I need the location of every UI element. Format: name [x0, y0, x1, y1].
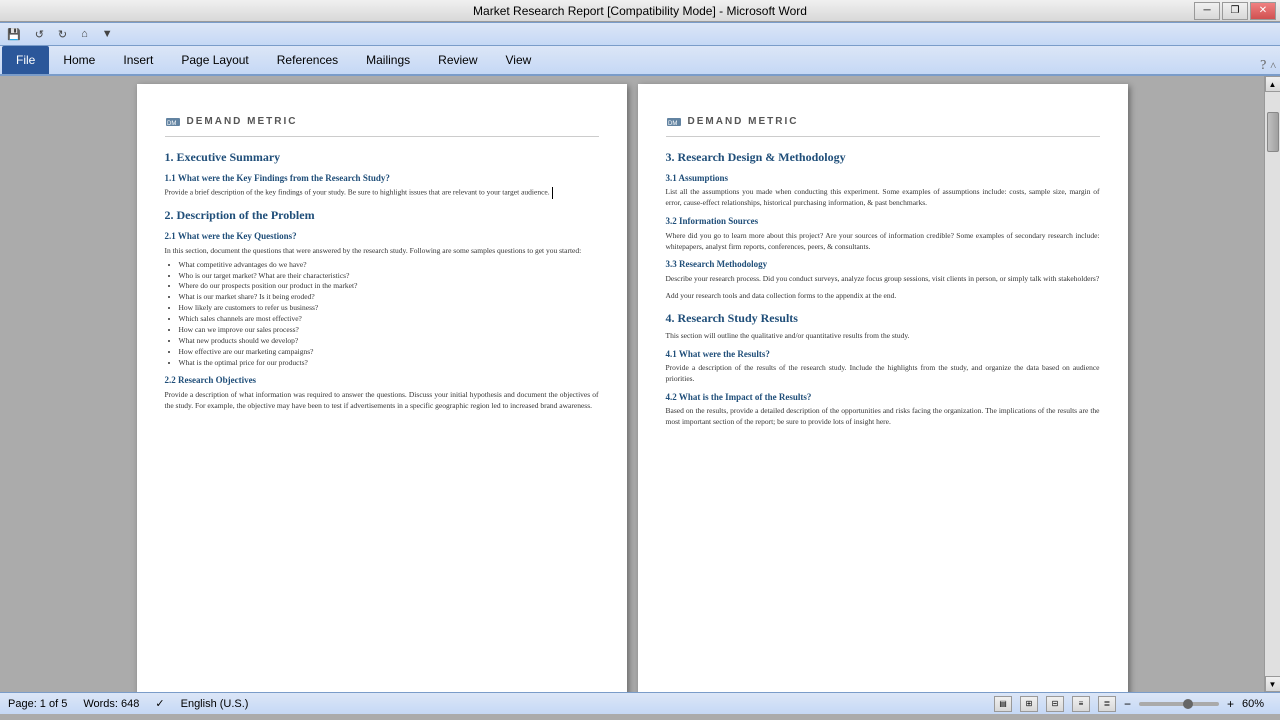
save-quick-btn[interactable]: 💾 — [4, 27, 24, 42]
pages-container: DM DEMAND METRIC 1. Executive Summary 1.… — [0, 76, 1264, 692]
status-right: ▤ ⊞ ⊟ ≡ ≣ − + 60% — [994, 696, 1272, 712]
subsection-3-3-body: Describe your research process. Did you … — [666, 274, 1100, 285]
zoom-level[interactable]: 60% — [1242, 698, 1272, 710]
scroll-thumb[interactable] — [1267, 112, 1279, 152]
subsection-4-1-body: Provide a description of the results of … — [666, 363, 1100, 385]
view-outline-btn[interactable]: ≡ — [1072, 696, 1090, 712]
list-item: Where do our prospects position our prod… — [179, 281, 599, 292]
subsection-3-1-heading: 3.1 Assumptions — [666, 172, 1100, 185]
subsection-3-3-heading: 3.3 Research Methodology — [666, 258, 1100, 271]
ribbon-minimize-icon[interactable]: ^ — [1270, 59, 1276, 74]
scroll-down-btn[interactable]: ▼ — [1265, 676, 1280, 692]
list-item: What is the optimal price for our produc… — [179, 358, 599, 369]
main-area: DM DEMAND METRIC 1. Executive Summary 1.… — [0, 76, 1280, 692]
list-item: What competitive advantages do we have? — [179, 260, 599, 271]
list-item: Who is our target market? What are their… — [179, 271, 599, 282]
section-4-intro: This section will outline the qualitativ… — [666, 331, 1100, 342]
list-item: How can we improve our sales process? — [179, 325, 599, 336]
redo-btn[interactable]: ↻ — [55, 27, 70, 42]
key-questions-list: What competitive advantages do we have? … — [165, 260, 599, 369]
view-draft-btn[interactable]: ≣ — [1098, 696, 1116, 712]
ribbon: File Home Insert Page Layout References … — [0, 46, 1280, 76]
status-bar: Page: 1 of 5 Words: 648 ✓ English (U.S.)… — [0, 692, 1280, 714]
subsection-1-1-body: Provide a brief description of the key f… — [165, 187, 599, 199]
logo-text-right: DEMAND METRIC — [688, 115, 799, 129]
list-item: What is our market share? Is it being er… — [179, 292, 599, 303]
zoom-in-btn[interactable]: + — [1227, 697, 1234, 711]
tab-review[interactable]: Review — [424, 46, 491, 74]
zoom-thumb — [1183, 699, 1193, 709]
subsection-2-1-body: In this section, document the questions … — [165, 246, 599, 257]
list-item: What new products should we develop? — [179, 336, 599, 347]
svg-text:DM: DM — [167, 121, 176, 127]
tab-mailings[interactable]: Mailings — [352, 46, 424, 74]
undo-btn[interactable]: ↺ — [32, 27, 47, 42]
subsection-4-2-heading: 4.2 What is the Impact of the Results? — [666, 391, 1100, 404]
subsection-3-2-heading: 3.2 Information Sources — [666, 215, 1100, 228]
language-info[interactable]: English (U.S.) — [181, 698, 249, 710]
page-left[interactable]: DM DEMAND METRIC 1. Executive Summary 1.… — [137, 84, 627, 692]
section-1-heading: 1. Executive Summary — [165, 149, 599, 166]
section-4-heading: 4. Research Study Results — [666, 310, 1100, 327]
subsection-1-1-heading: 1.1 What were the Key Findings from the … — [165, 172, 599, 185]
vertical-scrollbar[interactable]: ▲ ▼ — [1264, 76, 1280, 692]
tab-file[interactable]: File — [2, 46, 49, 74]
subsection-2-1-heading: 2.1 What were the Key Questions? — [165, 230, 599, 243]
subsection-3-2-body: Where did you go to learn more about thi… — [666, 231, 1100, 253]
scroll-up-btn[interactable]: ▲ — [1265, 76, 1280, 92]
view-fullscreen-btn[interactable]: ⊞ — [1020, 696, 1038, 712]
demand-metric-logo-left: DM — [165, 114, 181, 130]
section-2-heading: 2. Description of the Problem — [165, 207, 599, 224]
tab-page-layout[interactable]: Page Layout — [167, 46, 262, 74]
subsection-2-2-body: Provide a description of what informatio… — [165, 390, 599, 412]
list-item: How effective are our marketing campaign… — [179, 347, 599, 358]
logo-left: DM DEMAND METRIC — [165, 114, 599, 137]
tab-references[interactable]: References — [263, 46, 352, 74]
dropdown-btn[interactable]: ▼ — [99, 27, 116, 41]
window-controls: ─ ❐ ✕ — [1194, 2, 1276, 20]
subsection-3-3-body2: Add your research tools and data collect… — [666, 291, 1100, 302]
view-print-btn[interactable]: ▤ — [994, 696, 1012, 712]
home-quick-btn[interactable]: ⌂ — [78, 27, 91, 41]
scroll-track — [1266, 92, 1280, 676]
tab-home[interactable]: Home — [49, 46, 109, 74]
subsection-4-1-heading: 4.1 What were the Results? — [666, 348, 1100, 361]
section-3-heading: 3. Research Design & Methodology — [666, 149, 1100, 166]
word-count: Words: 648 — [83, 698, 139, 710]
svg-text:DM: DM — [668, 121, 677, 127]
page-info: Page: 1 of 5 — [8, 698, 67, 710]
title-text: Market Research Report [Compatibility Mo… — [473, 4, 807, 18]
demand-metric-logo-right: DM — [666, 114, 682, 130]
help-icon[interactable]: ? — [1260, 58, 1266, 74]
zoom-out-btn[interactable]: − — [1124, 697, 1131, 711]
close-btn[interactable]: ✕ — [1250, 2, 1276, 20]
logo-text-left: DEMAND METRIC — [187, 115, 298, 129]
spell-check-icon[interactable]: ✓ — [155, 697, 164, 710]
zoom-slider[interactable] — [1139, 702, 1219, 706]
logo-right: DM DEMAND METRIC — [666, 114, 1100, 137]
tab-view[interactable]: View — [492, 46, 546, 74]
subsection-3-1-body: List all the assumptions you made when c… — [666, 187, 1100, 209]
subsection-4-2-body: Based on the results, provide a detailed… — [666, 406, 1100, 428]
ribbon-tabs: File Home Insert Page Layout References … — [0, 46, 1280, 74]
page-right[interactable]: DM DEMAND METRIC 3. Research Design & Me… — [638, 84, 1128, 692]
text-cursor — [552, 187, 553, 199]
view-web-btn[interactable]: ⊟ — [1046, 696, 1064, 712]
title-bar: Market Research Report [Compatibility Mo… — [0, 0, 1280, 22]
list-item: How likely are customers to refer us bus… — [179, 303, 599, 314]
list-item: Which sales channels are most effective? — [179, 314, 599, 325]
restore-btn[interactable]: ❐ — [1222, 2, 1248, 20]
minimize-btn[interactable]: ─ — [1194, 2, 1220, 20]
subsection-2-2-heading: 2.2 Research Objectives — [165, 374, 599, 387]
quick-access-toolbar: 💾 ↺ ↻ ⌂ ▼ — [0, 22, 1280, 46]
tab-insert[interactable]: Insert — [109, 46, 167, 74]
